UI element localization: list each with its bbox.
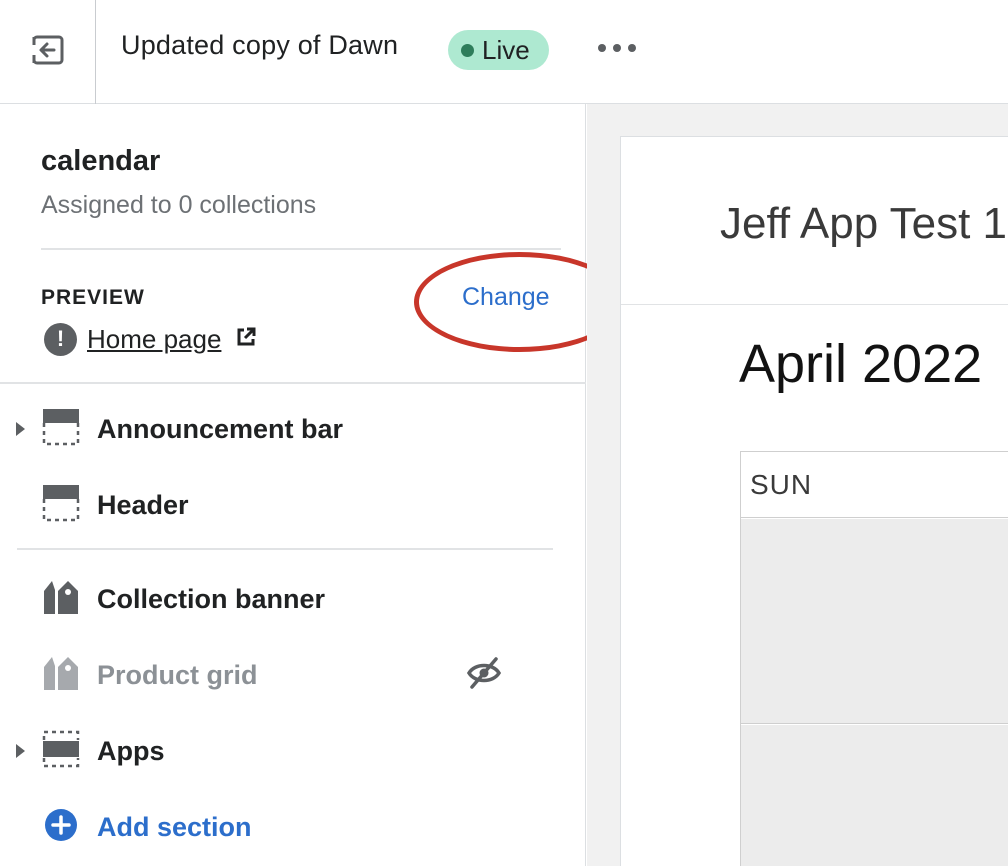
theme-title: Updated copy of Dawn [121, 30, 399, 60]
section-label: Product grid [97, 659, 258, 690]
calendar-day-cell[interactable] [741, 725, 1008, 866]
alert-icon: ! [44, 322, 77, 356]
preview-label: PREVIEW [41, 286, 145, 309]
preview-frame: Jeff App Test 1 April 2022 SUN [620, 136, 1008, 866]
calendar-grid: SUN [740, 451, 1008, 866]
eye-hidden-icon[interactable] [466, 656, 502, 695]
section-label: Apps [97, 735, 165, 766]
expand-caret-icon[interactable] [16, 422, 25, 436]
preview-page-row: ! Home page [44, 322, 257, 356]
divider [0, 382, 586, 384]
section-collection-banner[interactable]: Collection banner [0, 574, 586, 624]
sections-sidebar: calendar Assigned to 0 collections PREVI… [0, 104, 625, 866]
calendar-day-cell[interactable] [741, 519, 1008, 724]
section-apps[interactable]: Apps [0, 726, 586, 776]
divider [41, 248, 561, 250]
divider [621, 304, 1008, 305]
day-header: SUN [741, 452, 1008, 518]
plus-circle-icon [44, 808, 78, 847]
exit-icon [30, 33, 65, 72]
expand-caret-icon[interactable] [16, 744, 25, 758]
template-assignment: Assigned to 0 collections [41, 191, 317, 219]
more-actions-button[interactable] [598, 38, 636, 58]
calendar-month-title: April 2022 [739, 334, 983, 394]
apps-section-icon [42, 730, 80, 773]
top-bar: Updated copy of Dawn Live [0, 0, 1008, 104]
divider [17, 548, 553, 550]
section-announcement-bar[interactable]: Announcement bar [0, 404, 586, 454]
more-horizontal-icon [598, 44, 606, 52]
live-badge-label: Live [482, 34, 530, 65]
header-section-icon [42, 484, 80, 527]
exit-button[interactable] [0, 0, 96, 104]
add-section-button[interactable]: Add section [0, 802, 586, 852]
header-section-icon [42, 408, 80, 451]
section-header[interactable]: Header [0, 480, 586, 530]
add-section-label: Add section [97, 811, 252, 842]
dot [628, 44, 636, 52]
home-page-link[interactable]: Home page [87, 324, 221, 355]
live-status-badge: Live [448, 30, 549, 70]
tag-icon [42, 578, 80, 621]
store-name[interactable]: Jeff App Test 1 [720, 199, 1007, 249]
section-product-grid[interactable]: Product grid [0, 650, 586, 700]
tag-icon [42, 654, 80, 697]
section-label: Header [97, 489, 189, 520]
live-dot-icon [461, 43, 474, 57]
section-label: Announcement bar [97, 413, 344, 444]
dot [613, 44, 621, 52]
change-preview-link[interactable]: Change [462, 283, 550, 312]
template-name: calendar [41, 145, 161, 177]
section-label: Collection banner [97, 583, 326, 614]
store-preview: Jeff App Test 1 April 2022 SUN [587, 104, 1008, 866]
external-link-icon[interactable] [235, 326, 257, 353]
